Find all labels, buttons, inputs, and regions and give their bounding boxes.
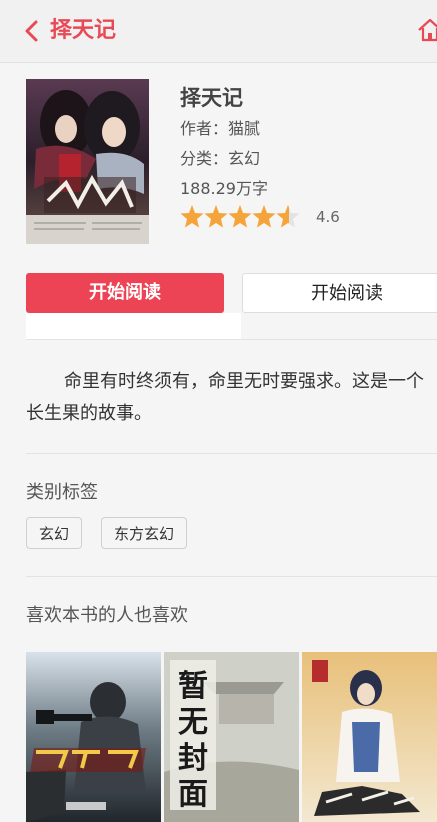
start-reading-secondary-button[interactable]: 开始阅读 [242,273,437,313]
back-arrow-icon[interactable] [22,18,42,44]
star-icon [180,205,204,228]
top-bar: 择天记 [0,0,437,63]
button-underlay [26,313,241,339]
no-cover-illustration: 暂 无 封 面 [164,652,299,822]
divider [26,453,437,454]
rating-stars [180,205,300,228]
recommended-book-cover[interactable]: 暂 无 封 面 [164,652,299,822]
book-category: 分类：玄幻 [180,149,261,168]
tags-section-title: 类别标签 [26,482,98,503]
svg-text:封: 封 [178,741,208,776]
svg-text:暂: 暂 [178,669,208,704]
book-cover-illustration [26,79,149,244]
recommended-book-cover-illustration [26,652,161,822]
header-title: 择天记 [50,18,117,43]
svg-text:无: 无 [178,705,208,740]
book-word-count: 188.29万字 [180,179,268,198]
tag-item[interactable]: 玄幻 [26,517,83,549]
home-icon[interactable] [417,17,437,43]
divider [26,339,437,340]
recommended-book-cover[interactable] [302,652,437,822]
book-intro: 命里有时终须有，命里无时要强求。这是一个长生果的故事。 [26,371,424,424]
star-icon [228,205,252,228]
divider [26,576,437,577]
book-cover[interactable] [26,79,149,244]
start-reading-button[interactable]: 开始阅读 [26,273,224,313]
rating-value: 4.6 [316,208,340,226]
star-icon [252,205,276,228]
star-icon [204,205,228,228]
book-author: 作者：猫腻 [180,119,261,138]
recommend-section-title: 喜欢本书的人也喜欢 [26,605,188,626]
recommended-book-cover[interactable] [26,652,161,822]
book-detail-page: 择天记 择天记 作者：猫腻 分类：玄幻 188.29万字 4.6 开始阅读 开始… [0,0,437,822]
svg-text:面: 面 [178,777,208,812]
book-title: 择天记 [180,86,243,110]
tag-item[interactable]: 东方玄幻 [101,517,188,549]
half-star-icon [276,205,300,228]
recommended-book-cover-illustration [302,652,437,822]
